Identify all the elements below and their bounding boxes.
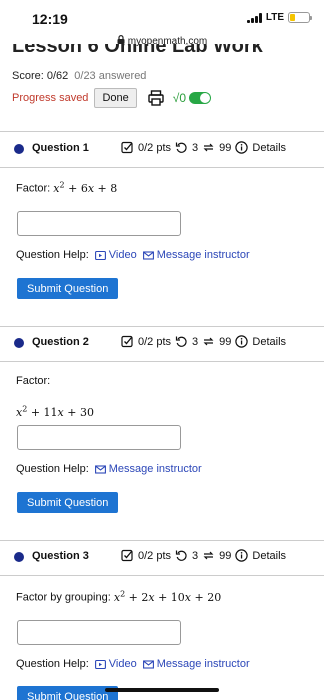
details-link[interactable]: Details [252, 550, 286, 562]
status-bar: 12:19 LTE [0, 0, 324, 34]
checkbox-score-icon [121, 335, 134, 348]
divider [0, 131, 324, 132]
math-expression: x2 + 11x + 30 [16, 404, 94, 419]
battery-icon [288, 12, 312, 23]
question-2-prompt: Factor: [16, 375, 51, 387]
attempts-count: 99 [219, 335, 232, 348]
message-instructor-link[interactable]: Message instructor [94, 463, 202, 475]
toggle-switch[interactable] [189, 92, 211, 104]
score-line: Score: 0/62 0/23 answered [12, 70, 146, 82]
points-text: 0/2 pts [138, 141, 172, 154]
retries-count: 3 [192, 335, 199, 348]
question-help-row: Question Help: Video Message instructor [16, 249, 250, 261]
question-status-dot [14, 552, 24, 562]
message-instructor-link[interactable]: Message instructor [142, 249, 250, 261]
home-indicator[interactable] [105, 688, 219, 692]
answer-input[interactable] [17, 620, 181, 645]
question-help-label: Question Help: [16, 658, 89, 670]
video-link[interactable]: Video [94, 658, 137, 670]
answered-count: 0/23 answered [74, 70, 147, 82]
sqrt-label: √0 [172, 91, 186, 105]
points-text: 0/2 pts [138, 549, 172, 562]
checkbox-score-icon [121, 141, 134, 154]
question-help-label: Question Help: [16, 249, 89, 261]
points-text: 0/2 pts [138, 335, 172, 348]
question-help-label: Question Help: [16, 463, 89, 475]
message-instructor-link[interactable]: Message instructor [142, 658, 250, 670]
checkbox-score-icon [121, 549, 134, 562]
details-link[interactable]: Details [252, 336, 286, 348]
status-time: 12:19 [32, 11, 68, 27]
question-title: Question 1 [32, 142, 89, 154]
question-meta: 0/2 pts 3 99 Details [121, 549, 286, 562]
submit-question-button[interactable]: Submit Question [17, 492, 119, 513]
signal-icon [246, 12, 262, 23]
retries-count: 3 [192, 549, 199, 562]
page-title: Lesson 6 Online Lab Work [12, 44, 263, 57]
question-1-prompt: Factor: x2 + 6x + 8 [16, 180, 118, 195]
question-title: Question 2 [32, 336, 89, 348]
submit-question-button[interactable]: Submit Question [17, 686, 119, 700]
question-2-header: Question 2 0/2 pts 3 99 Details [0, 328, 324, 362]
divider [0, 326, 324, 327]
retry-icon [175, 335, 188, 348]
retry-icon [175, 549, 188, 562]
question-status-dot [14, 338, 24, 348]
video-link[interactable]: Video [94, 249, 137, 261]
question-3-header: Question 3 0/2 pts 3 99 Details [0, 542, 324, 576]
submit-question-button[interactable]: Submit Question [17, 278, 119, 299]
video-icon [94, 250, 106, 261]
attempts-icon [202, 141, 215, 154]
mail-icon [142, 250, 154, 261]
question-help-row: Question Help: Message instructor [16, 463, 202, 475]
retries-count: 3 [192, 141, 199, 154]
attempts-icon [202, 335, 215, 348]
question-2-expression: x2 + 11x + 30 [16, 404, 94, 419]
attempts-count: 99 [219, 549, 232, 562]
answer-input[interactable] [17, 211, 181, 236]
math-expression: x2 + 2x + 10x + 20 [113, 589, 222, 604]
info-icon[interactable] [235, 549, 249, 562]
attempts-count: 99 [219, 141, 232, 154]
math-expression: x2 + 6x + 8 [53, 180, 118, 195]
question-title: Question 3 [32, 550, 89, 562]
progress-row: Progress saved Done √0 [12, 88, 211, 108]
question-help-row: Question Help: Video Message instructor [16, 658, 250, 670]
question-3-prompt: Factor by grouping: x2 + 2x + 10x + 20 [16, 589, 222, 604]
question-meta: 0/2 pts 3 99 Details [121, 141, 286, 154]
progress-saved-text: Progress saved [12, 92, 89, 104]
network-type: LTE [265, 12, 284, 23]
mail-icon [142, 659, 154, 670]
info-icon[interactable] [235, 141, 249, 154]
status-indicators: LTE [246, 12, 312, 23]
print-icon[interactable] [147, 89, 165, 107]
divider [0, 540, 324, 541]
video-icon [94, 659, 106, 670]
question-status-dot [14, 144, 24, 154]
info-icon[interactable] [235, 335, 249, 348]
question-meta: 0/2 pts 3 99 Details [121, 335, 286, 348]
math-display-toggle[interactable]: √0 [173, 91, 211, 105]
mail-icon [94, 464, 106, 475]
question-1-header: Question 1 0/2 pts 3 99 Details [0, 134, 324, 168]
answer-input[interactable] [17, 425, 181, 450]
details-link[interactable]: Details [252, 142, 286, 154]
done-button[interactable]: Done [94, 88, 137, 108]
retry-icon [175, 141, 188, 154]
attempts-icon [202, 549, 215, 562]
score-label: Score: 0/62 [12, 70, 69, 82]
